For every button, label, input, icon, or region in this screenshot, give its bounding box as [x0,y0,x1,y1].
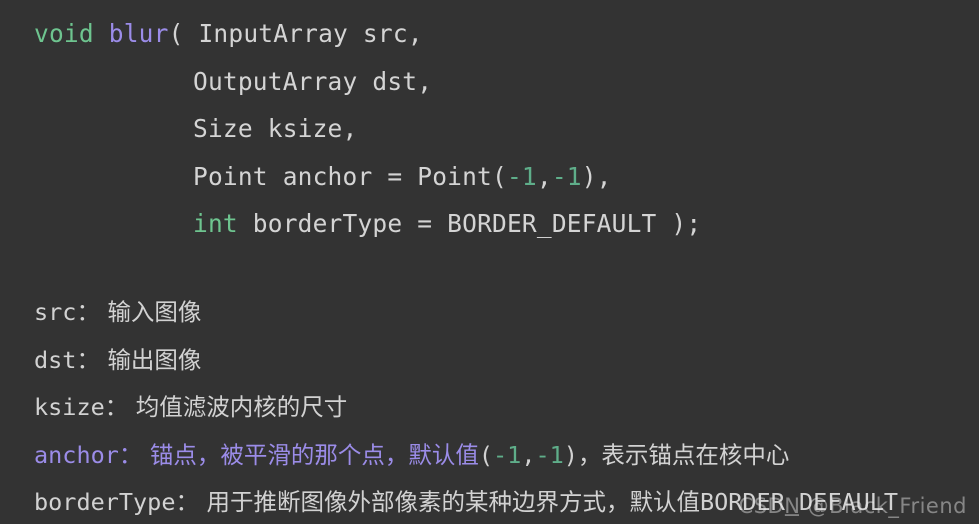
parameter-description-list: src： 输入图像 dst： 输出图像 ksize： 均值滤波内核的尺寸 anchor… [0,289,979,524]
code-token-keyword: void [34,19,94,48]
code-line: Point anchor = Point(-1,-1), [0,153,979,201]
code-token-number: -1 [551,161,582,191]
parameter-description-row: borderType： 用于推断图像外部像素的某种边界方式，默认值BORDER_… [0,479,979,524]
parameter-spacer [142,441,149,469]
code-token-plain: Size ksize, [193,114,358,143]
parameter-name: ksize： [34,393,129,421]
code-line: Size ksize, [0,105,979,153]
parameter-description-row: dst： 输出图像 [0,337,979,385]
parameter-description-part: 用于推断图像外部像素的某种边界方式，默认值 [206,488,700,516]
parameter-name: anchor： [34,440,143,469]
parameter-description-part: ( [478,440,494,469]
code-token-number: -1 [506,161,537,191]
code-token-plain: OutputArray dst, [193,66,433,96]
code-block: void blur( InputArray src, OutputArray ds… [0,0,979,248]
parameter-description-part: -1 [535,440,564,469]
code-line: int borderType = BORDER_DEFAULT ); [0,200,979,248]
parameter-description-row: src： 输入图像 [0,289,979,337]
parameter-name: src： [34,298,100,326]
code-line: void blur( InputArray src, [0,10,979,58]
parameter-description-row: ksize： 均值滤波内核的尺寸 [0,384,979,432]
code-snippet-page: void blur( InputArray src, OutputArray ds… [0,0,979,524]
code-line: OutputArray dst, [0,58,979,106]
parameter-description-part: , [521,440,536,469]
parameter-description-part: BORDER_DEFAULT [699,488,899,516]
code-token-plain: Point anchor = Point( [193,161,507,191]
code-token-plain: ), [581,161,612,191]
code-token-plain: borderType = BORDER_DEFAULT ); [237,209,702,238]
parameter-description-part: 输入图像 [107,298,202,326]
parameter-description-part: 均值滤波内核的尺寸 [135,393,348,421]
parameter-description-part: ，表示锚点在核中心 [577,440,790,469]
parameter-description-part: 输出图像 [107,345,202,374]
parameter-description-part: -1 [493,440,522,469]
parameter-name: borderType： [34,488,199,516]
parameter-description-row: anchor： 锚点，被平滑的那个点，默认值(-1,-1)，表示锚点在核中心 [0,432,979,480]
parameter-spacer [128,393,135,421]
parameter-description-part: ) [563,440,578,469]
code-token-plain: , [536,161,552,191]
parameter-description-part: 锚点，被平滑的那个点，默认值 [149,440,479,469]
parameter-name: dst： [34,345,100,374]
code-token-function: blur [108,19,169,48]
code-token-keyword: int [193,209,238,238]
code-token-plain: ( InputArray src, [168,19,423,48]
